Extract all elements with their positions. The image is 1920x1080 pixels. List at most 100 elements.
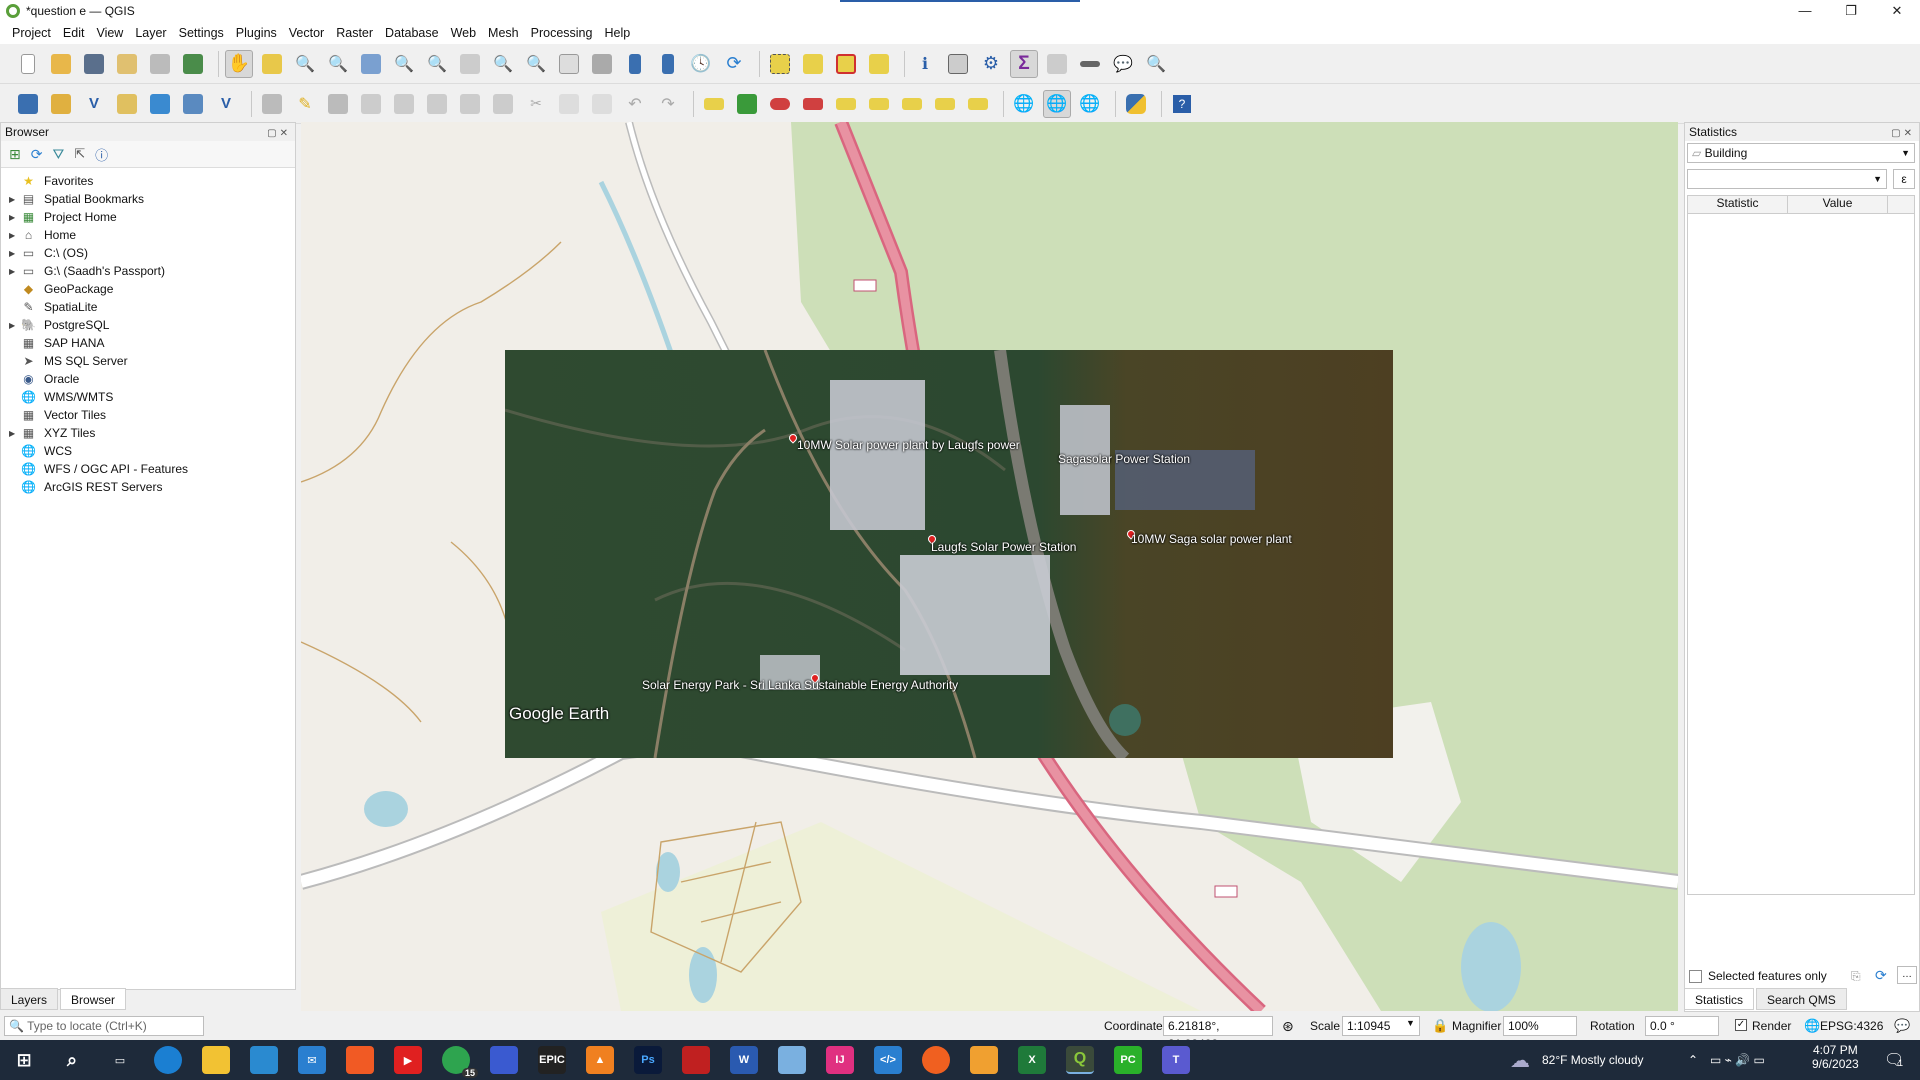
rotation-field[interactable]: 0.0 ° [1645,1016,1719,1036]
zoom-full-button[interactable] [357,50,385,78]
highlight-pinned-labels-button[interactable] [766,90,794,118]
select-by-value-button[interactable] [799,50,827,78]
browser-item[interactable]: ◉ Oracle [9,370,79,388]
tray-icons[interactable]: ▭ ⌁ 🔊 ▭ [1710,1053,1765,1067]
redo-icon[interactable]: ↷ [654,90,682,118]
zoom-out-button[interactable]: 🔍 [324,50,352,78]
vscode-icon[interactable]: </> [874,1046,902,1074]
expand-arrow-icon[interactable]: ▶ [9,231,21,240]
deselect-all-button[interactable] [832,50,860,78]
current-edits-button[interactable] [258,90,286,118]
search-icon[interactable]: ⌕ [58,1046,86,1074]
field-expression-select[interactable]: ▼ [1687,169,1887,189]
tab-browser[interactable]: Browser [60,988,127,1010]
browser-item[interactable]: ▶ ▦ Project Home [9,208,117,226]
menu-web[interactable]: Web [445,22,482,44]
browser-item[interactable]: 🌐 ArcGIS REST Servers [9,478,162,496]
crs-label[interactable]: EPSG:4326 [1820,1019,1883,1033]
menu-view[interactable]: View [90,22,129,44]
qgis-taskbar-icon[interactable]: Q [1066,1046,1094,1074]
expand-arrow-icon[interactable]: ▶ [9,195,21,204]
tab-layers[interactable]: Layers [0,988,59,1010]
browser-item[interactable]: ▦ SAP HANA [9,334,105,352]
menu-vector[interactable]: Vector [283,22,330,44]
measure-line-button[interactable] [1076,50,1104,78]
new-temporary-layer-button[interactable] [113,90,141,118]
column-statistic[interactable]: Statistic [1688,196,1788,213]
new-map-view-button[interactable] [555,50,583,78]
attribute-table-menu-button[interactable] [1043,50,1071,78]
zoom-native-button[interactable] [456,50,484,78]
show-hide-labels-button[interactable] [865,90,893,118]
menu-project[interactable]: Project [6,22,57,44]
open-project-button[interactable] [47,50,75,78]
python-console-icon[interactable] [1122,90,1150,118]
select-features-button[interactable] [766,50,794,78]
panel-float-close-icons[interactable]: ▢✕ [1891,125,1915,143]
copy-icon[interactable]: ⎘ [1851,969,1861,984]
save-project-button[interactable] [80,50,108,78]
word-icon[interactable]: W [730,1046,758,1074]
expand-arrow-icon[interactable]: ▶ [9,267,21,276]
menu-mesh[interactable]: Mesh [482,22,525,44]
add-vector-layer-button[interactable]: V [212,90,240,118]
chevron-down-icon[interactable]: ▼ [1406,1018,1415,1028]
qms-search-globe-icon[interactable]: 🌐 [1043,89,1071,118]
browser-item[interactable]: ➤ MS SQL Server [9,352,127,370]
quickmapservices-globe-icon[interactable]: 🌐 [1010,90,1038,118]
expand-arrow-icon[interactable]: ▶ [9,429,21,438]
new-project-button[interactable] [14,50,42,78]
menu-processing[interactable]: Processing [525,22,599,44]
task-view-icon[interactable]: ▭ [106,1046,134,1074]
browser-item[interactable]: ▦ Vector Tiles [9,406,106,424]
help-question-icon[interactable]: ? [1168,90,1196,118]
app-icon[interactable] [778,1046,806,1074]
new-3d-map-view-button[interactable] [588,50,616,78]
modify-attributes-button[interactable] [456,90,484,118]
edge-browser-icon[interactable] [154,1046,182,1074]
tab-search-qms[interactable]: Search QMS [1756,988,1847,1010]
mail-icon[interactable]: ✉ [298,1046,326,1074]
expand-arrow-icon[interactable]: ▶ [9,213,21,222]
coordinate-field[interactable]: 6.21818°, 81.08402° [1163,1016,1273,1051]
copy-features-button[interactable] [555,90,583,118]
postman-icon[interactable] [922,1046,950,1074]
locator-search-input[interactable]: 🔍 Type to locate (Ctrl+K) [4,1016,204,1036]
layer-labeling-button[interactable] [700,90,728,118]
expand-arrow-icon[interactable]: ▶ [9,321,21,330]
menu-edit[interactable]: Edit [57,22,91,44]
menu-plugins[interactable]: Plugins [230,22,283,44]
rotate-label-button[interactable] [931,90,959,118]
select-by-location-button[interactable] [865,50,893,78]
filter-browser-icon[interactable]: ⛛ [52,146,64,163]
close-window-button[interactable]: ✕ [1874,0,1920,22]
processing-toolbox-gear-icon[interactable]: ⚙ [977,50,1005,78]
tab-statistics[interactable]: Statistics [1684,988,1755,1010]
new-spatial-bookmark-button[interactable] [621,50,649,78]
add-feature-button[interactable] [390,90,418,118]
render-checkbox[interactable]: ✓ [1735,1019,1747,1031]
whatsapp-icon[interactable]: 15 [442,1046,478,1078]
vlc-icon[interactable]: ▲ [586,1046,614,1074]
crs-globe-icon[interactable]: 🌐 [1804,1018,1820,1034]
layout-manager-button[interactable] [146,50,174,78]
layer-select[interactable]: ▱ Building ▼ [1687,143,1915,163]
app-icon[interactable] [490,1046,518,1074]
youtube-icon[interactable]: ▶ [394,1046,422,1074]
refresh-icon[interactable]: ⟳ [1875,967,1887,984]
expand-arrow-icon[interactable]: ▶ [9,249,21,258]
new-virtual-layer-button[interactable] [146,90,174,118]
layer-diagram-button[interactable] [733,90,761,118]
browser-item[interactable]: ▶ ▭ C:\ (OS) [9,244,88,262]
menu-layer[interactable]: Layer [129,22,172,44]
pin-labels-button[interactable] [832,90,860,118]
taskbar-clock[interactable]: 4:07 PM 9/6/2023 [1812,1043,1859,1071]
zoom-in-button[interactable]: 🔍 [291,50,319,78]
map-canvas[interactable]: 10MW Solar power plant by Laugfs power S… [301,122,1678,1011]
browser-item[interactable]: ◆ GeoPackage [9,280,114,298]
microsoft-store-icon[interactable] [250,1046,278,1074]
menu-raster[interactable]: Raster [330,22,379,44]
show-bookmarks-button[interactable] [654,50,682,78]
style-manager-button[interactable] [179,50,207,78]
app-icon[interactable] [970,1046,998,1074]
